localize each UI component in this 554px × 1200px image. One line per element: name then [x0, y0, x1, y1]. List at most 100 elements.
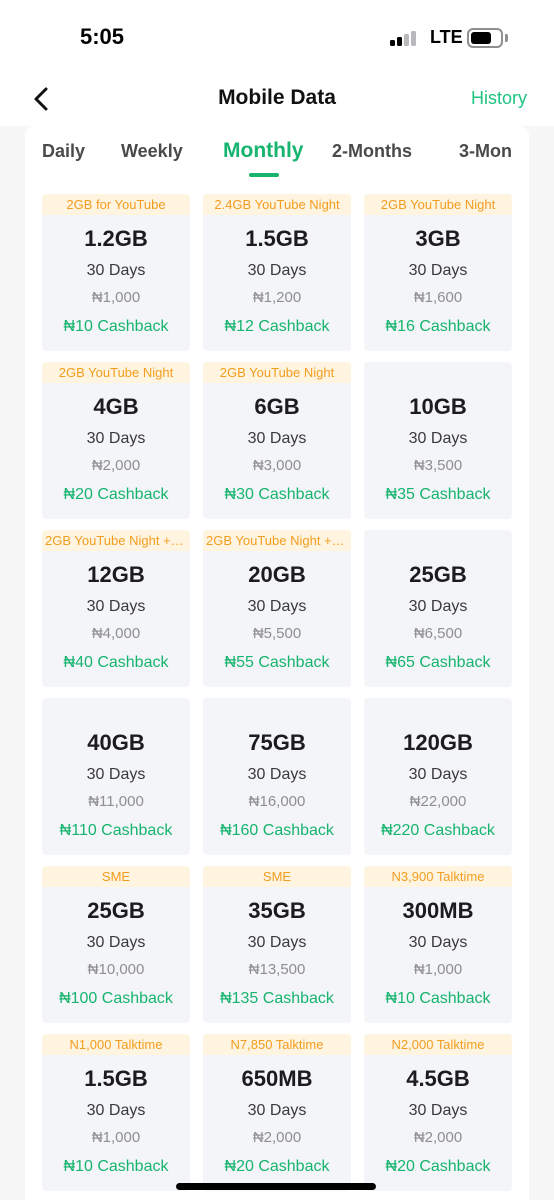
plan-card[interactable]: 25GB 30 Days ₦6,500 ₦65 Cashback: [364, 530, 512, 687]
plan-card[interactable]: 10GB 30 Days ₦3,500 ₦35 Cashback: [364, 362, 512, 519]
plan-card[interactable]: 40GB 30 Days ₦11,000 ₦110 Cashback: [42, 698, 190, 855]
status-bar: 5:05 LTE: [0, 0, 554, 74]
plan-card[interactable]: 2GB YouTube Night 6GB 30 Days ₦3,000 ₦30 Cas…: [203, 362, 351, 519]
plan-card[interactable]: 2GB YouTube Night 4GB 30 Days ₦2,000 ₦20 Cas…: [42, 362, 190, 519]
duration-tabs: Daily Weekly Monthly 2-Months 3-Mon: [25, 126, 529, 186]
plan-card[interactable]: N1,000 Talktime 1.5GB 30 Days ₦1,000 ₦10 Cas…: [42, 1034, 190, 1191]
plan-size: 40GB: [87, 730, 145, 755]
plan-validity: 30 Days: [408, 934, 468, 951]
plan-size: 20GB: [248, 562, 306, 587]
plan-size: 3GB: [415, 226, 461, 251]
plan-cashback: ₦65 Cashback: [385, 654, 491, 671]
plan-price: ₦1,000: [413, 961, 463, 978]
plan-price: ₦1,600: [413, 289, 463, 306]
plan-tag: 2GB YouTube Night: [203, 362, 351, 383]
plan-card[interactable]: SME 35GB 30 Days ₦13,500 ₦135 Cashback: [203, 866, 351, 1023]
plan-size: 6GB: [254, 394, 300, 419]
plan-cashback: ₦40 Cashback: [63, 654, 169, 671]
plan-validity: 30 Days: [247, 430, 307, 447]
tab-monthly[interactable]: Monthly: [223, 139, 303, 163]
plan-price: ₦3,000: [252, 457, 302, 474]
battery-nub: [505, 34, 508, 42]
plan-cashback: ₦30 Cashback: [224, 486, 330, 503]
plan-cashback: ₦10 Cashback: [63, 318, 169, 335]
signal-bars-icon: [390, 30, 420, 46]
plan-cashback: ₦10 Cashback: [63, 1158, 169, 1175]
tab-daily[interactable]: Daily: [42, 141, 85, 162]
plan-validity: 30 Days: [247, 1102, 307, 1119]
plan-price: ₦2,000: [413, 1129, 463, 1146]
plan-tag: 2GB YouTube Night + 2...: [203, 530, 351, 551]
plan-size: 1.2GB: [84, 226, 148, 251]
plan-card[interactable]: 2GB YouTube Night 3GB 30 Days ₦1,600 ₦16 Cas…: [364, 194, 512, 351]
plan-price: ₦10,000: [87, 961, 145, 978]
history-link[interactable]: History: [471, 88, 527, 109]
plan-tag: 2GB YouTube Night + 2...: [42, 530, 190, 551]
plan-card[interactable]: N2,000 Talktime 4.5GB 30 Days ₦2,000 ₦20 Cas…: [364, 1034, 512, 1191]
plan-validity: 30 Days: [408, 1102, 468, 1119]
plan-card[interactable]: N3,900 Talktime 300MB 30 Days ₦1,000 ₦10 Cas…: [364, 866, 512, 1023]
plan-validity: 30 Days: [86, 934, 146, 951]
plan-price: ₦2,000: [91, 457, 141, 474]
plan-cashback: ₦20 Cashback: [385, 1158, 491, 1175]
plan-cashback: ₦220 Cashback: [381, 822, 495, 839]
plan-price: ₦6,500: [413, 625, 463, 642]
plan-validity: 30 Days: [86, 262, 146, 279]
plan-card[interactable]: 120GB 30 Days ₦22,000 ₦220 Cashback: [364, 698, 512, 855]
plan-cashback: ₦20 Cashback: [224, 1158, 330, 1175]
tab-2-months[interactable]: 2-Months: [332, 141, 412, 162]
plan-card[interactable]: 2GB YouTube Night + 2... 20GB 30 Days ₦5,50…: [203, 530, 351, 687]
plan-validity: 30 Days: [247, 934, 307, 951]
plan-validity: 30 Days: [408, 262, 468, 279]
plan-cashback: ₦100 Cashback: [59, 990, 173, 1007]
plan-validity: 30 Days: [247, 262, 307, 279]
plan-tag: N7,850 Talktime: [203, 1034, 351, 1055]
plan-validity: 30 Days: [247, 766, 307, 783]
home-indicator[interactable]: [176, 1183, 376, 1190]
plan-price: ₦4,000: [91, 625, 141, 642]
tab-weekly[interactable]: Weekly: [121, 141, 183, 162]
plan-cashback: ₦16 Cashback: [385, 318, 491, 335]
tab-3-months[interactable]: 3-Mon: [459, 141, 512, 162]
plan-size: 10GB: [409, 394, 467, 419]
plan-cashback: ₦160 Cashback: [220, 822, 334, 839]
plan-cashback: ₦12 Cashback: [224, 318, 330, 335]
plan-size: 300MB: [402, 898, 474, 923]
plan-card[interactable]: 2.4GB YouTube Night 1.5GB 30 Days ₦1,200 ₦12…: [203, 194, 351, 351]
plan-cashback: ₦35 Cashback: [385, 486, 491, 503]
plan-price: ₦11,000: [88, 793, 144, 810]
status-time: 5:05: [80, 24, 125, 49]
plan-size: 4GB: [93, 394, 139, 419]
plan-validity: 30 Days: [408, 766, 468, 783]
plan-card[interactable]: 2GB for YouTube 1.2GB 30 Days ₦1,000 ₦10 Cas…: [42, 194, 190, 351]
plan-grid: 2GB for YouTube 1.2GB 30 Days ₦1,000 ₦10 Cas…: [42, 194, 512, 1191]
plan-price: ₦13,500: [248, 961, 306, 978]
plan-card[interactable]: 75GB 30 Days ₦16,000 ₦160 Cashback: [203, 698, 351, 855]
plan-card[interactable]: SME 25GB 30 Days ₦10,000 ₦100 Cashback: [42, 866, 190, 1023]
plan-tag: N3,900 Talktime: [364, 866, 512, 887]
plan-price: ₦1,000: [91, 1129, 141, 1146]
plan-tag: 2GB YouTube Night: [364, 194, 512, 215]
plan-cashback: ₦10 Cashback: [385, 990, 491, 1007]
app-header: Mobile Data History: [0, 74, 554, 126]
plan-size: 25GB: [409, 562, 467, 587]
plan-validity: 30 Days: [86, 1102, 146, 1119]
active-tab-indicator: [249, 173, 279, 177]
plan-price: ₦1,200: [252, 289, 302, 306]
plan-validity: 30 Days: [86, 430, 146, 447]
plan-size: 12GB: [87, 562, 145, 587]
plan-price: ₦16,000: [248, 793, 306, 810]
plan-price: ₦1,000: [91, 289, 141, 306]
plan-size: 35GB: [248, 898, 306, 923]
plan-size: 75GB: [248, 730, 306, 755]
battery-icon: [467, 28, 503, 48]
plan-size: 120GB: [403, 730, 473, 755]
plan-card[interactable]: N7,850 Talktime 650MB 30 Days ₦2,000 ₦20 Cas…: [203, 1034, 351, 1191]
plan-validity: 30 Days: [408, 430, 468, 447]
plan-price: ₦3,500: [413, 457, 463, 474]
plan-validity: 30 Days: [247, 598, 307, 615]
plan-size: 1.5GB: [245, 226, 309, 251]
plan-card[interactable]: 2GB YouTube Night + 2... 12GB 30 Days ₦4,00…: [42, 530, 190, 687]
plan-validity: 30 Days: [86, 766, 146, 783]
plan-cashback: ₦135 Cashback: [220, 990, 334, 1007]
